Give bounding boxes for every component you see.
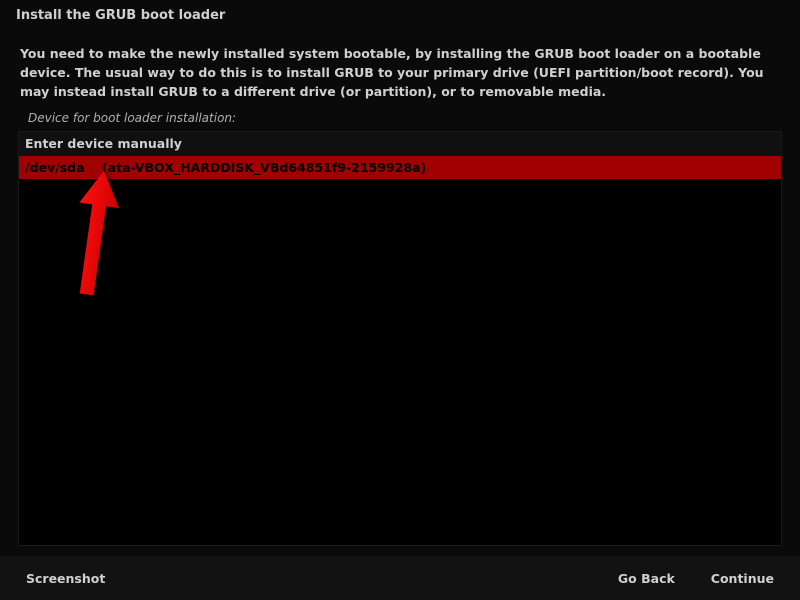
install-description: You need to make the newly installed sys…: [0, 23, 800, 101]
footer-bar: Screenshot Go Back Continue: [0, 556, 800, 600]
continue-button[interactable]: Continue: [693, 559, 792, 598]
device-manual-entry[interactable]: Enter device manually: [19, 132, 781, 156]
device-list: Enter device manually /dev/sda (ata-VBOX…: [18, 131, 782, 546]
page-title: Install the GRUB boot loader: [0, 0, 800, 23]
device-info: (ata-VBOX_HARDDISK_VBd64851f9-2159928a): [102, 160, 426, 175]
go-back-button[interactable]: Go Back: [600, 559, 693, 598]
screenshot-button[interactable]: Screenshot: [8, 559, 123, 598]
device-row-selected[interactable]: /dev/sda (ata-VBOX_HARDDISK_VBd64851f9-2…: [19, 156, 781, 180]
device-section-label: Device for boot loader installation:: [0, 101, 800, 129]
device-manual-label: Enter device manually: [25, 136, 182, 151]
device-path: /dev/sda: [25, 160, 85, 175]
